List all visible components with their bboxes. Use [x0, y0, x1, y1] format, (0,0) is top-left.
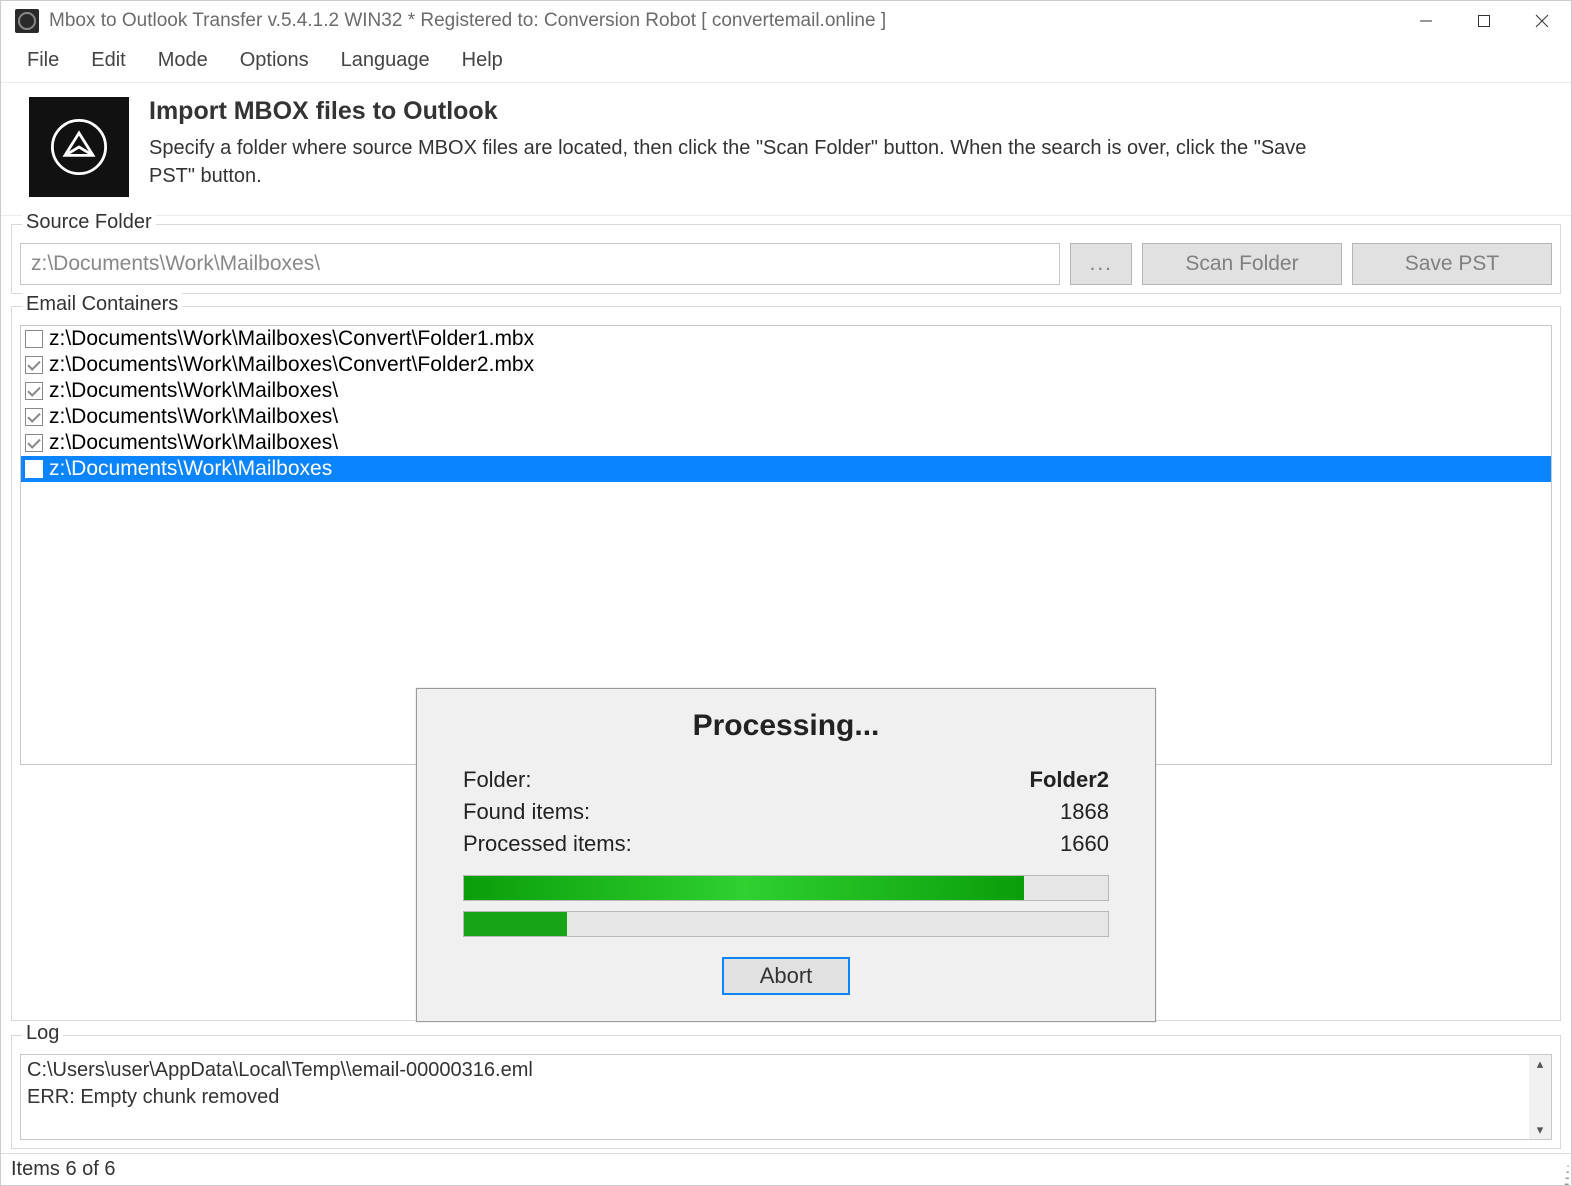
checkbox[interactable]	[25, 356, 43, 374]
dialog-folder-row: Folder: Folder2	[463, 767, 1109, 793]
email-containers-label: Email Containers	[22, 293, 182, 316]
log-scrollbar[interactable]: ▴ ▾	[1529, 1055, 1551, 1139]
dialog-found-label: Found items:	[463, 799, 590, 825]
list-item[interactable]: z:\Documents\Work\Mailboxes\Convert\Fold…	[21, 326, 1551, 352]
checkbox[interactable]	[25, 382, 43, 400]
checkbox[interactable]	[25, 434, 43, 452]
menu-mode[interactable]: Mode	[142, 47, 224, 74]
processing-dialog: Processing... Folder: Folder2 Found item…	[416, 688, 1156, 1022]
header-text: Import MBOX files to Outlook Specify a f…	[149, 97, 1349, 190]
list-item-text: z:\Documents\Work\Mailboxes\	[49, 379, 338, 403]
save-pst-button[interactable]: Save PST	[1352, 243, 1552, 285]
list-item-text: z:\Documents\Work\Mailboxes\	[49, 431, 338, 455]
scroll-down-icon[interactable]: ▾	[1537, 1121, 1544, 1139]
list-item-text: z:\Documents\Work\Mailboxes	[49, 457, 332, 481]
log-label: Log	[22, 1022, 63, 1045]
window-title: Mbox to Outlook Transfer v.5.4.1.2 WIN32…	[49, 10, 1397, 32]
progress-bar-1	[463, 875, 1109, 901]
list-item[interactable]: z:\Documents\Work\Mailboxes\	[21, 404, 1551, 430]
source-path-input[interactable]	[20, 243, 1060, 285]
checkbox[interactable]	[25, 330, 43, 348]
progress-bar-2	[463, 911, 1109, 937]
log-line: C:\Users\user\AppData\Local\Temp\\email-…	[27, 1057, 1525, 1084]
list-item-text: z:\Documents\Work\Mailboxes\	[49, 405, 338, 429]
list-item-text: z:\Documents\Work\Mailboxes\Convert\Fold…	[49, 353, 534, 377]
list-item-text: z:\Documents\Work\Mailboxes\Convert\Fold…	[49, 327, 534, 351]
header-description: Specify a folder where source MBOX files…	[149, 134, 1349, 190]
dialog-found-value: 1868	[1060, 799, 1109, 825]
window-controls	[1397, 1, 1571, 41]
abort-button[interactable]: Abort	[722, 957, 851, 995]
header-panel: Import MBOX files to Outlook Specify a f…	[1, 83, 1571, 216]
menubar: File Edit Mode Options Language Help	[1, 41, 1571, 83]
dialog-found-row: Found items: 1868	[463, 799, 1109, 825]
dialog-folder-label: Folder:	[463, 767, 531, 793]
browse-button[interactable]: ...	[1070, 243, 1132, 285]
app-icon	[15, 9, 39, 33]
titlebar: Mbox to Outlook Transfer v.5.4.1.2 WIN32…	[1, 1, 1571, 41]
log-line: ERR: Empty chunk removed	[27, 1084, 1525, 1111]
source-row: ... Scan Folder Save PST	[20, 243, 1552, 285]
menu-file[interactable]: File	[11, 47, 75, 74]
dialog-processed-row: Processed items: 1660	[463, 831, 1109, 857]
maximize-button[interactable]	[1455, 1, 1513, 41]
dialog-folder-value: Folder2	[1030, 767, 1109, 793]
scroll-up-icon[interactable]: ▴	[1537, 1055, 1544, 1073]
resize-grip-icon[interactable]: .:.::.:::	[1563, 1165, 1567, 1183]
menu-help[interactable]: Help	[446, 47, 519, 74]
menu-options[interactable]: Options	[224, 47, 325, 74]
source-folder-label: Source Folder	[22, 211, 156, 234]
menu-language[interactable]: Language	[325, 47, 446, 74]
minimize-button[interactable]	[1397, 1, 1455, 41]
status-text: Items 6 of 6	[11, 1158, 116, 1181]
checkbox[interactable]	[25, 408, 43, 426]
header-icon	[29, 97, 129, 197]
app-window: Mbox to Outlook Transfer v.5.4.1.2 WIN32…	[0, 0, 1572, 1186]
log-group: Log C:\Users\user\AppData\Local\Temp\\em…	[11, 1035, 1561, 1149]
checkbox[interactable]	[25, 460, 43, 478]
log-box[interactable]: C:\Users\user\AppData\Local\Temp\\email-…	[20, 1054, 1552, 1140]
list-item[interactable]: z:\Documents\Work\Mailboxes\	[21, 378, 1551, 404]
list-item[interactable]: z:\Documents\Work\Mailboxes	[21, 456, 1551, 482]
main-area: Source Folder ... Scan Folder Save PST E…	[1, 216, 1571, 1153]
header-title: Import MBOX files to Outlook	[149, 97, 1349, 126]
statusbar: Items 6 of 6 .:.::.:::	[1, 1153, 1571, 1185]
scan-folder-button[interactable]: Scan Folder	[1142, 243, 1342, 285]
close-button[interactable]	[1513, 1, 1571, 41]
source-folder-group: Source Folder ... Scan Folder Save PST	[11, 224, 1561, 294]
menu-edit[interactable]: Edit	[75, 47, 141, 74]
dialog-title: Processing...	[463, 709, 1109, 743]
list-item[interactable]: z:\Documents\Work\Mailboxes\Convert\Fold…	[21, 352, 1551, 378]
dialog-processed-value: 1660	[1060, 831, 1109, 857]
dialog-processed-label: Processed items:	[463, 831, 632, 857]
list-item[interactable]: z:\Documents\Work\Mailboxes\	[21, 430, 1551, 456]
